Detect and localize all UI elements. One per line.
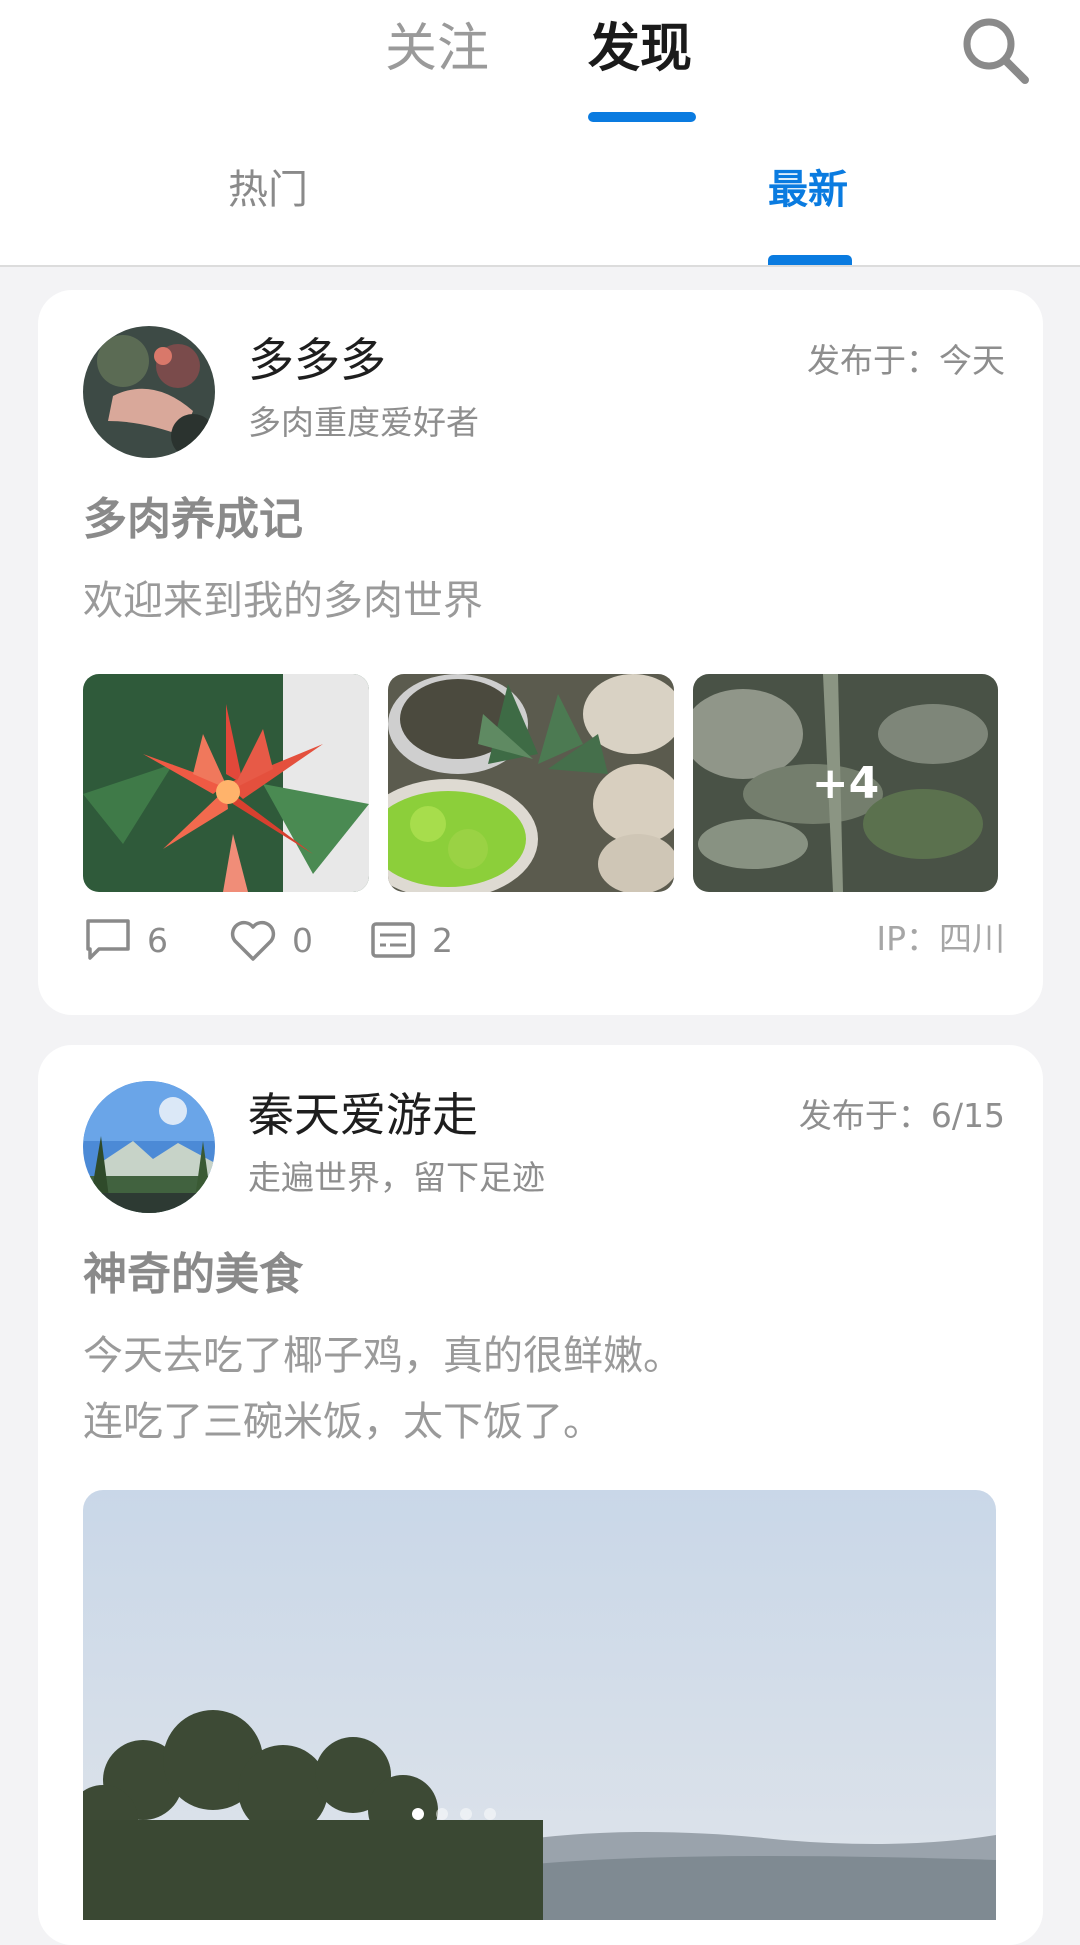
username[interactable]: 多多多 (248, 330, 386, 390)
avatar[interactable] (83, 326, 215, 458)
username[interactable]: 秦天爱游走 (248, 1085, 478, 1145)
carousel-dot[interactable] (484, 1808, 496, 1820)
top-header: 关注 发现 热门 最新 (0, 0, 1080, 267)
search-icon[interactable] (955, 10, 1035, 90)
more-images-count: +4 (693, 674, 998, 892)
post-body-line: 欢迎来到我的多肉世界 (83, 578, 483, 624)
post-title: 多肉养成记 (83, 494, 303, 545)
carousel-dot[interactable] (436, 1808, 448, 1820)
publish-time: 发布于：6/15 (798, 1096, 1005, 1135)
message-button[interactable]: 2 (368, 912, 453, 968)
ip-location: IP：四川 (876, 919, 1005, 958)
publish-time: 发布于：今天 (807, 341, 1005, 380)
subtab-active-indicator (768, 255, 852, 265)
avatar[interactable] (83, 1081, 215, 1213)
post-body: 欢迎来到我的多肉世界 (83, 568, 483, 634)
heart-icon (230, 920, 276, 961)
post-card[interactable]: 多多多 多肉重度爱好者 发布于：今天 多肉养成记 欢迎来到我的多肉世界 +4 6… (38, 290, 1043, 1015)
post-image-more[interactable]: +4 (693, 674, 998, 892)
post-image[interactable] (83, 674, 369, 892)
carousel-dot[interactable] (460, 1808, 472, 1820)
carousel-dot[interactable] (412, 1808, 424, 1820)
like-count: 0 (292, 920, 313, 960)
post-image[interactable] (83, 1490, 996, 1920)
tab-active-indicator (588, 112, 696, 122)
tab-discover[interactable]: 发现 (588, 12, 692, 86)
tab-follow[interactable]: 关注 (385, 12, 489, 86)
post-title: 神奇的美食 (83, 1249, 303, 1300)
post-image[interactable] (388, 674, 674, 892)
carousel-indicator (412, 1808, 496, 1820)
post-card[interactable]: 秦天爱游走 走遍世界，留下足迹 发布于：6/15 神奇的美食 今天去吃了椰子鸡，… (38, 1045, 1043, 1945)
user-bio: 走遍世界，留下足迹 (248, 1158, 545, 1197)
subtab-hot[interactable]: 热门 (228, 160, 308, 220)
message-icon (371, 922, 415, 958)
comment-button[interactable]: 6 (83, 912, 168, 968)
comment-count: 6 (147, 920, 168, 960)
post-body-line: 连吃了三碗米饭，太下饭了。 (83, 1399, 603, 1445)
post-body: 今天去吃了椰子鸡，真的很鲜嫩。 连吃了三碗米饭，太下饭了。 (83, 1323, 683, 1455)
subtab-latest[interactable]: 最新 (768, 160, 848, 220)
user-bio: 多肉重度爱好者 (248, 403, 479, 442)
post-body-line: 今天去吃了椰子鸡，真的很鲜嫩。 (83, 1333, 683, 1379)
message-count: 2 (432, 920, 453, 960)
comment-icon (86, 919, 130, 960)
like-button[interactable]: 0 (228, 912, 313, 968)
